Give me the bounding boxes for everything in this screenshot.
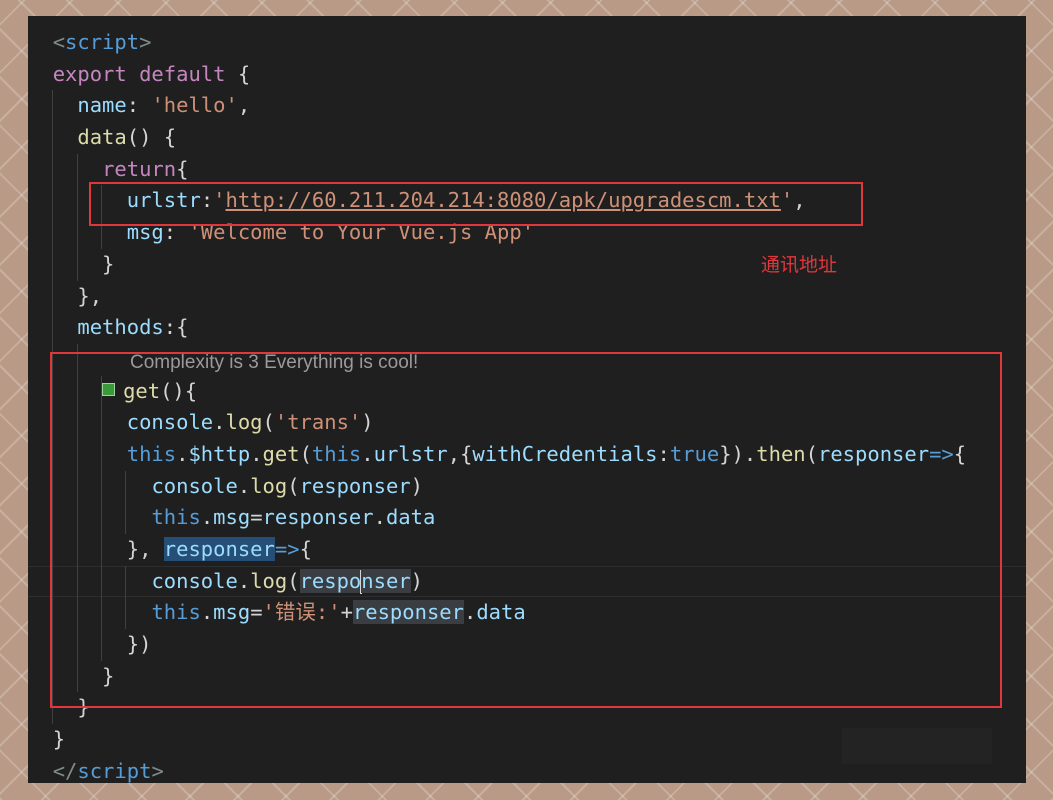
code-line[interactable]: <script> [28, 27, 1026, 59]
code-token: return [102, 156, 177, 181]
code-token: :{ [163, 315, 189, 340]
indent-guide [52, 280, 53, 313]
line-padding [28, 315, 53, 339]
line-padding [28, 600, 53, 624]
code-token: name [77, 93, 127, 118]
line-padding [28, 695, 53, 719]
code-line[interactable]: data() { [28, 122, 1026, 154]
code-token: () { [126, 125, 177, 150]
code-editor[interactable]: <script> export default { name: 'hello',… [28, 16, 1026, 783]
line-padding [28, 284, 53, 308]
code-token: } [52, 251, 115, 276]
code-token: > [151, 758, 164, 783]
code-line[interactable]: return{ [28, 153, 1026, 186]
indent-guide [52, 122, 53, 154]
indent-guide [77, 248, 78, 281]
indent-guide [52, 185, 53, 218]
line-padding [28, 537, 53, 561]
code-token: export [52, 61, 127, 86]
code-token: : [126, 93, 152, 118]
line-padding [28, 220, 53, 244]
indent-guide [77, 153, 78, 186]
code-token: , [237, 93, 251, 118]
code-token: } [52, 727, 66, 752]
code-line[interactable]: export default { [28, 59, 1026, 91]
line-padding [28, 125, 53, 149]
code-token: { [176, 156, 189, 181]
faded-watermark [842, 728, 992, 764]
code-token: }, [52, 283, 103, 308]
indent-guide [52, 312, 53, 344]
code-line[interactable]: }, [28, 280, 1026, 313]
line-padding [28, 347, 53, 371]
code-line[interactable]: name: 'hello', [28, 90, 1026, 123]
line-padding [28, 62, 53, 86]
line-padding [28, 759, 53, 783]
highlight-box-url [89, 182, 863, 226]
line-padding [28, 93, 53, 117]
code-line[interactable]: } [28, 248, 1026, 281]
line-padding [28, 474, 53, 498]
line-padding [28, 157, 53, 181]
indent-guide [52, 217, 53, 249]
line-padding [28, 442, 53, 466]
indent-guide [52, 248, 53, 281]
line-padding [28, 188, 53, 212]
line-padding [28, 410, 53, 434]
line-padding [28, 505, 53, 529]
annotation-label: 通讯地址 [761, 254, 838, 276]
highlight-box-methods [50, 352, 1002, 708]
line-padding [28, 664, 53, 688]
code-token: < [52, 30, 66, 54]
line-padding [28, 632, 53, 656]
line-padding [28, 727, 53, 751]
code-token: 'hello' [151, 93, 238, 118]
indent-guide [52, 90, 53, 123]
indent-guide [52, 153, 53, 186]
code-line[interactable]: methods:{ [28, 312, 1026, 344]
indent-guide [77, 185, 78, 218]
code-token: script [65, 30, 140, 54]
line-padding [28, 30, 53, 54]
indent-guide [77, 217, 78, 249]
line-padding [28, 252, 53, 276]
code-token: </ [52, 758, 78, 783]
code-token: default [139, 61, 226, 86]
code-token: methods [77, 315, 164, 340]
code-token: { [225, 61, 251, 86]
code-token: > [139, 30, 152, 54]
code-token: script [77, 758, 152, 783]
code-token: data [77, 125, 127, 150]
line-padding [28, 379, 53, 403]
